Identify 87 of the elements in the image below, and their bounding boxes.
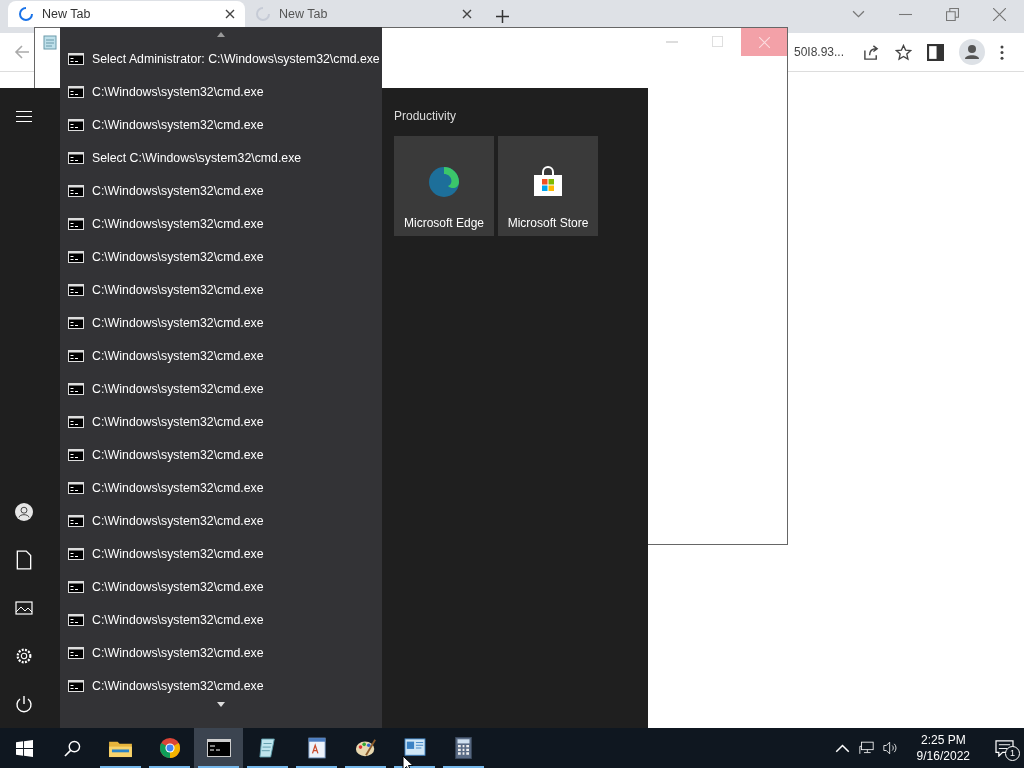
group-title: Productivity <box>394 109 458 123</box>
jump-list-item[interactable]: C:\Windows\system32\cmd.exe <box>60 240 382 273</box>
side-panel-icon[interactable] <box>927 43 944 61</box>
taskbar-app-button[interactable] <box>194 728 243 768</box>
clock-date[interactable]: 9/16/2022 <box>916 748 970 764</box>
address-text[interactable]: 50I8.93... <box>793 45 844 59</box>
mouse-pointer-icon <box>402 755 414 768</box>
jump-list-item[interactable]: C:\Windows\system32\cmd.exe <box>60 636 382 669</box>
close-icon[interactable] <box>225 9 235 19</box>
chevron-down-icon[interactable] <box>852 8 865 21</box>
jump-list-item[interactable]: C:\Windows\system32\cmd.exe <box>60 603 382 636</box>
window-icon <box>403 738 426 758</box>
network-icon[interactable] <box>858 741 874 755</box>
terminal-icon <box>68 580 84 593</box>
terminal-icon <box>68 448 84 461</box>
notification-button[interactable]: 1 <box>984 728 1024 768</box>
jump-list-item[interactable]: C:\Windows\system32\cmd.exe <box>60 174 382 207</box>
terminal-icon <box>68 613 84 626</box>
terminal-icon <box>68 250 84 263</box>
power-icon[interactable] <box>15 694 33 714</box>
picture-icon[interactable] <box>15 598 33 618</box>
jump-list-item[interactable]: C:\Windows\system32\cmd.exe <box>60 273 382 306</box>
jump-list-item[interactable]: Select Administrator: C:\Windows\system32\cmd.exe <box>60 42 382 75</box>
close-icon[interactable] <box>462 9 472 19</box>
terminal-icon <box>206 739 231 757</box>
jump-list-item[interactable]: C:\Windows\system32\cmd.exe <box>60 372 382 405</box>
windows-logo-icon <box>15 739 33 757</box>
terminal-icon <box>68 547 84 560</box>
chevron-up-icon[interactable] <box>834 741 850 755</box>
plus-icon[interactable] <box>496 10 509 23</box>
scroll-down-icon[interactable] <box>217 702 225 707</box>
browser-tab[interactable]: New Tab <box>245 1 482 27</box>
menu-icon[interactable] <box>1000 44 1004 60</box>
jump-list-item[interactable]: C:\Windows\system32\cmd.exe <box>60 306 382 339</box>
terminal-icon <box>68 85 84 98</box>
terminal-icon <box>68 52 84 65</box>
star-icon[interactable] <box>895 43 912 61</box>
terminal-icon <box>68 382 84 395</box>
share-icon[interactable] <box>863 43 880 61</box>
jump-list-item[interactable]: C:\Windows\system32\cmd.exe <box>60 108 382 141</box>
terminal-icon <box>68 118 84 131</box>
app-tile[interactable]: Microsoft Store <box>498 136 598 236</box>
jump-list-item[interactable]: C:\Windows\system32\cmd.exe <box>60 570 382 603</box>
terminal-icon <box>68 349 84 362</box>
jump-list-item[interactable]: C:\Windows\system32\cmd.exe <box>60 504 382 537</box>
jump-list-item[interactable]: C:\Windows\system32\cmd.exe <box>60 339 382 372</box>
browser-tab[interactable]: New Tab <box>8 1 245 27</box>
jump-list-item[interactable]: C:\Windows\system32\cmd.exe <box>60 207 382 240</box>
jump-list-item[interactable]: C:\Windows\system32\cmd.exe <box>60 405 382 438</box>
palette-icon <box>354 737 377 759</box>
edge-icon <box>428 166 460 198</box>
document-icon <box>307 737 326 759</box>
jump-list-item[interactable]: C:\Windows\system32\cmd.exe <box>60 75 382 108</box>
notification-icon <box>994 739 1014 757</box>
jump-list-item[interactable]: C:\Windows\system32\cmd.exe <box>60 471 382 504</box>
settings-icon[interactable] <box>15 646 33 666</box>
terminal-icon <box>68 316 84 329</box>
terminal-icon <box>68 646 84 659</box>
calculator-icon <box>455 737 472 759</box>
terminal-icon <box>68 184 84 197</box>
user-icon[interactable] <box>15 502 33 522</box>
document-icon[interactable] <box>15 550 33 570</box>
terminal-icon <box>68 514 84 527</box>
terminal-icon <box>68 151 84 164</box>
loading-spinner-icon <box>255 6 271 22</box>
jump-list-item[interactable]: C:\Windows\system32\cmd.exe <box>60 438 382 471</box>
jump-list-item[interactable]: C:\Windows\system32\cmd.exe <box>60 537 382 570</box>
notepad-icon <box>42 34 58 50</box>
terminal-icon <box>68 283 84 296</box>
loading-spinner-icon <box>18 6 34 22</box>
app-tile[interactable]: Microsoft Edge <box>394 136 494 236</box>
profile-icon[interactable] <box>959 39 985 65</box>
search-icon <box>63 739 81 757</box>
terminal-icon <box>68 679 84 692</box>
restore-icon[interactable] <box>946 8 959 21</box>
terminal-icon <box>68 217 84 230</box>
notepad-icon <box>258 737 277 759</box>
clock-time[interactable]: 2:25 PM <box>920 732 966 748</box>
jump-list-item[interactable]: Select C:\Windows\system32\cmd.exe <box>60 141 382 174</box>
round-logo-icon <box>158 737 181 759</box>
terminal-icon <box>68 481 84 494</box>
terminal-icon <box>68 415 84 428</box>
close-icon <box>758 36 770 48</box>
menu-icon[interactable] <box>16 110 32 123</box>
shopping-bag-icon <box>532 166 564 198</box>
jump-list-item[interactable]: C:\Windows\system32\cmd.exe <box>60 669 382 702</box>
volume-icon[interactable] <box>882 741 898 755</box>
